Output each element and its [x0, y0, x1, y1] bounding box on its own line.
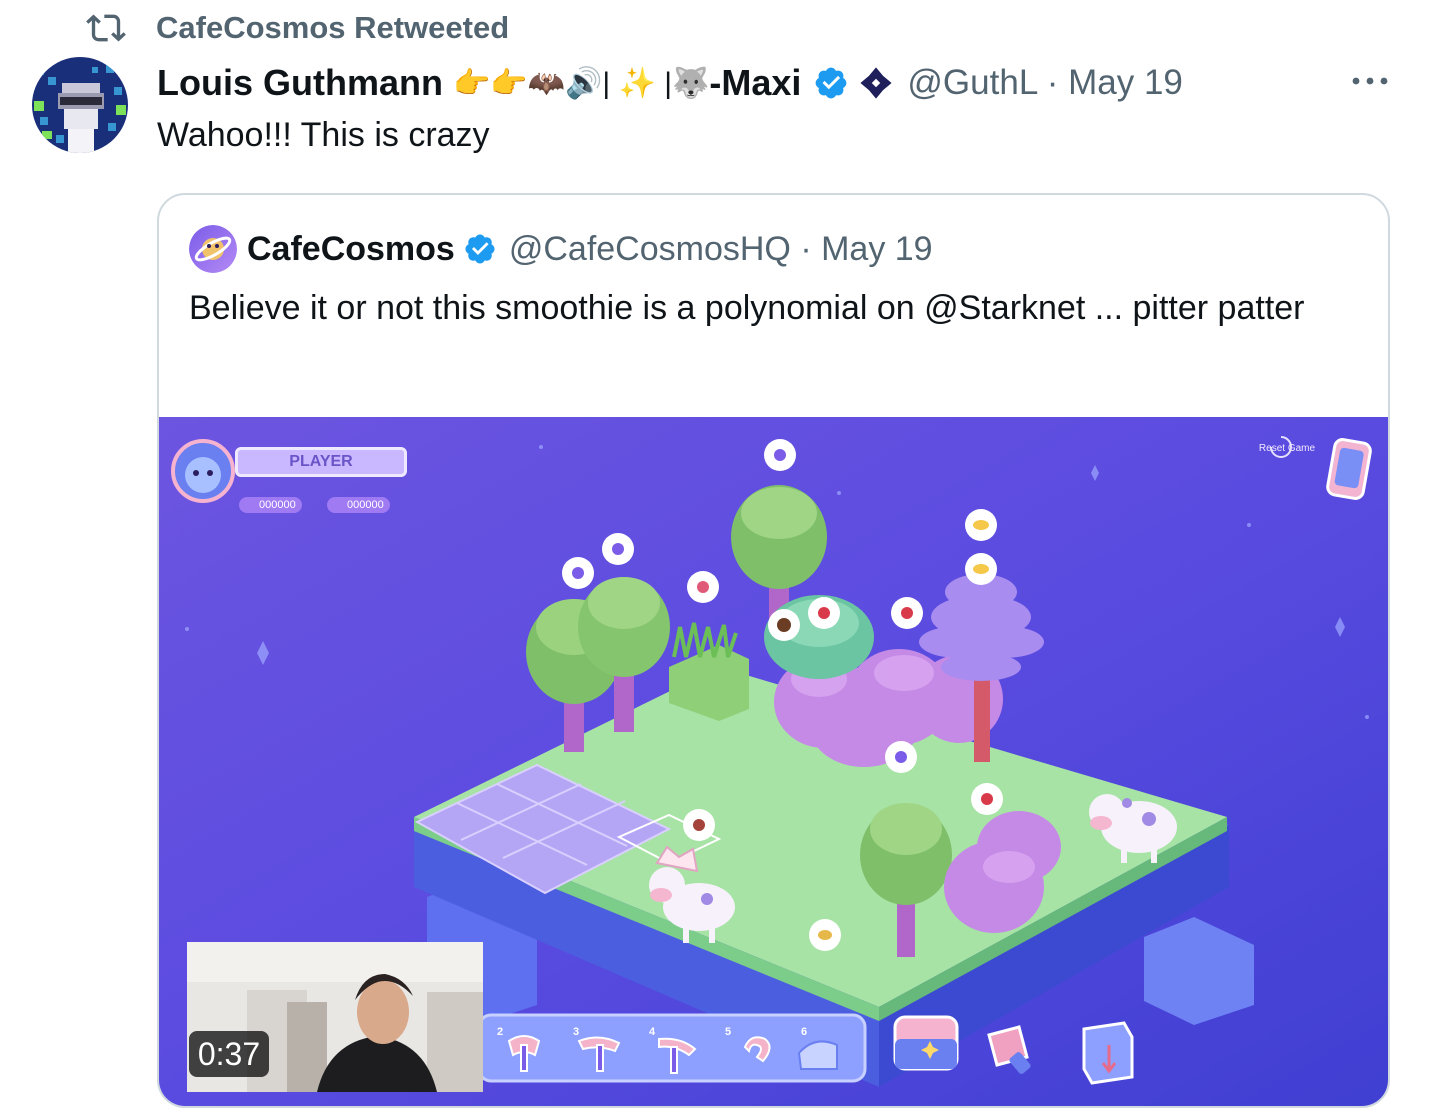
video-timestamp: 0:37: [189, 1031, 269, 1077]
quoted-tweet-card[interactable]: CafeCosmos @CafeCosmosHQ · May 19 Believ…: [157, 193, 1390, 1108]
video-player[interactable]: 2 3 4 5 6 PLAYER 000000 000000 Reset Gam…: [159, 417, 1388, 1106]
retweet-icon: [86, 14, 126, 42]
cosmos-counter: 000000: [327, 497, 390, 513]
name-emojis: 👉👉🦇🔊| ✨ |🐺: [452, 66, 710, 100]
more-options-icon[interactable]: [1348, 63, 1392, 99]
author-avatar[interactable]: [32, 57, 128, 153]
quoted-author-avatar[interactable]: [189, 225, 237, 273]
retweet-label[interactable]: CafeCosmos Retweeted: [156, 10, 509, 46]
tweet-text: Wahoo!!! This is crazy: [157, 116, 490, 154]
quoted-tweet-date[interactable]: May 19: [821, 230, 933, 268]
handle-and-date: @GuthL · May 19: [907, 63, 1182, 103]
date-separator: ·: [1036, 63, 1069, 102]
author-display-name[interactable]: Louis Guthmann: [157, 62, 443, 104]
player-hud: PLAYER 000000 000000: [173, 439, 413, 525]
verified-badge-icon[interactable]: [813, 65, 849, 101]
svg-text:2: 2: [497, 1026, 503, 1038]
quoted-tweet-text: Believe it or not this smoothie is a pol…: [189, 289, 1305, 327]
quoted-handle-and-date: @CafeCosmosHQ · May 19: [509, 230, 933, 269]
svg-text:5: 5: [725, 1026, 731, 1038]
quoted-author-name[interactable]: CafeCosmos: [247, 230, 455, 269]
svg-text:4: 4: [649, 1026, 656, 1038]
verified-badge-icon[interactable]: [463, 232, 497, 266]
quoted-tweet-header: CafeCosmos @CafeCosmosHQ · May 19: [189, 225, 933, 273]
tweet-date[interactable]: May 19: [1068, 63, 1183, 102]
quoted-author-handle[interactable]: @CafeCosmosHQ: [509, 230, 791, 268]
svg-text:6: 6: [801, 1026, 807, 1038]
coin-counter: 000000: [239, 497, 302, 513]
tweet-header: Louis Guthmann 👉👉🦇🔊| ✨ |🐺 -Maxi @GuthL ·…: [157, 60, 1183, 106]
diamond-icon: [860, 67, 892, 99]
reset-game-button[interactable]: Reset Game: [1257, 443, 1317, 455]
player-name-bar: PLAYER: [235, 447, 407, 477]
svg-text:3: 3: [573, 1026, 579, 1038]
author-name-suffix[interactable]: -Maxi: [709, 62, 801, 104]
date-separator: ·: [790, 229, 822, 268]
retweet-indicator: CafeCosmos Retweeted: [86, 8, 509, 48]
author-handle[interactable]: @GuthL: [907, 63, 1037, 102]
